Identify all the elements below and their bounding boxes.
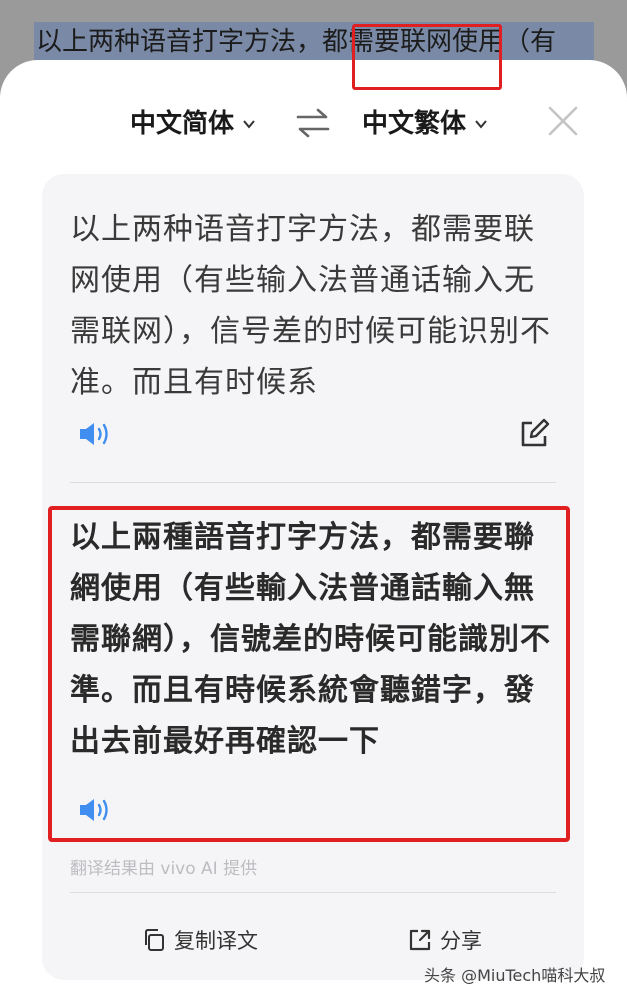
speaker-icon[interactable] xyxy=(78,420,112,448)
source-text[interactable]: 以上两种语音打字方法，都需要联网使用（有些输入法普通话输入无需联网），信号差的时… xyxy=(70,204,560,408)
speaker-icon[interactable] xyxy=(78,796,112,824)
copy-translation-button[interactable]: 复制译文 xyxy=(142,920,258,960)
divider xyxy=(70,482,556,483)
translate-sheet: 中文简体 中文繁体 以上两种语音打字方法，都需要联网使用（有些输入法普通话输入无… xyxy=(0,60,627,1000)
target-language-select[interactable]: 中文繁体 xyxy=(362,104,488,144)
provider-credit: 翻译结果由 vivo AI 提供 xyxy=(70,859,258,879)
edit-icon[interactable] xyxy=(518,418,550,450)
divider xyxy=(70,892,556,893)
target-language-label: 中文繁体 xyxy=(362,109,467,139)
chevron-down-icon xyxy=(243,120,255,129)
source-language-select[interactable]: 中文简体 xyxy=(130,104,256,144)
share-label: 分享 xyxy=(440,929,482,953)
chevron-down-icon xyxy=(475,120,487,129)
close-icon[interactable] xyxy=(546,104,580,138)
copy-label: 复制译文 xyxy=(174,929,258,953)
result-text[interactable]: 以上兩種語音打字方法，都需要聯網使用（有些輸入法普通話輸入無需聯網），信號差的時… xyxy=(70,512,560,767)
share-button[interactable]: 分享 xyxy=(408,920,482,960)
copy-icon xyxy=(145,929,164,951)
watermark: 头条 @MiuTech喵科大叔 xyxy=(424,966,606,985)
share-icon xyxy=(409,929,431,951)
source-language-label: 中文简体 xyxy=(130,109,235,139)
result-area: 以上兩種語音打字方法，都需要聯網使用（有些輸入法普通話輸入無需聯網），信號差的時… xyxy=(70,512,560,782)
swap-languages-icon[interactable] xyxy=(296,108,330,138)
language-bar: 中文简体 中文繁体 xyxy=(0,60,627,180)
translation-card: 以上两种语音打字方法，都需要联网使用（有些输入法普通话输入无需联网），信号差的时… xyxy=(42,174,584,980)
